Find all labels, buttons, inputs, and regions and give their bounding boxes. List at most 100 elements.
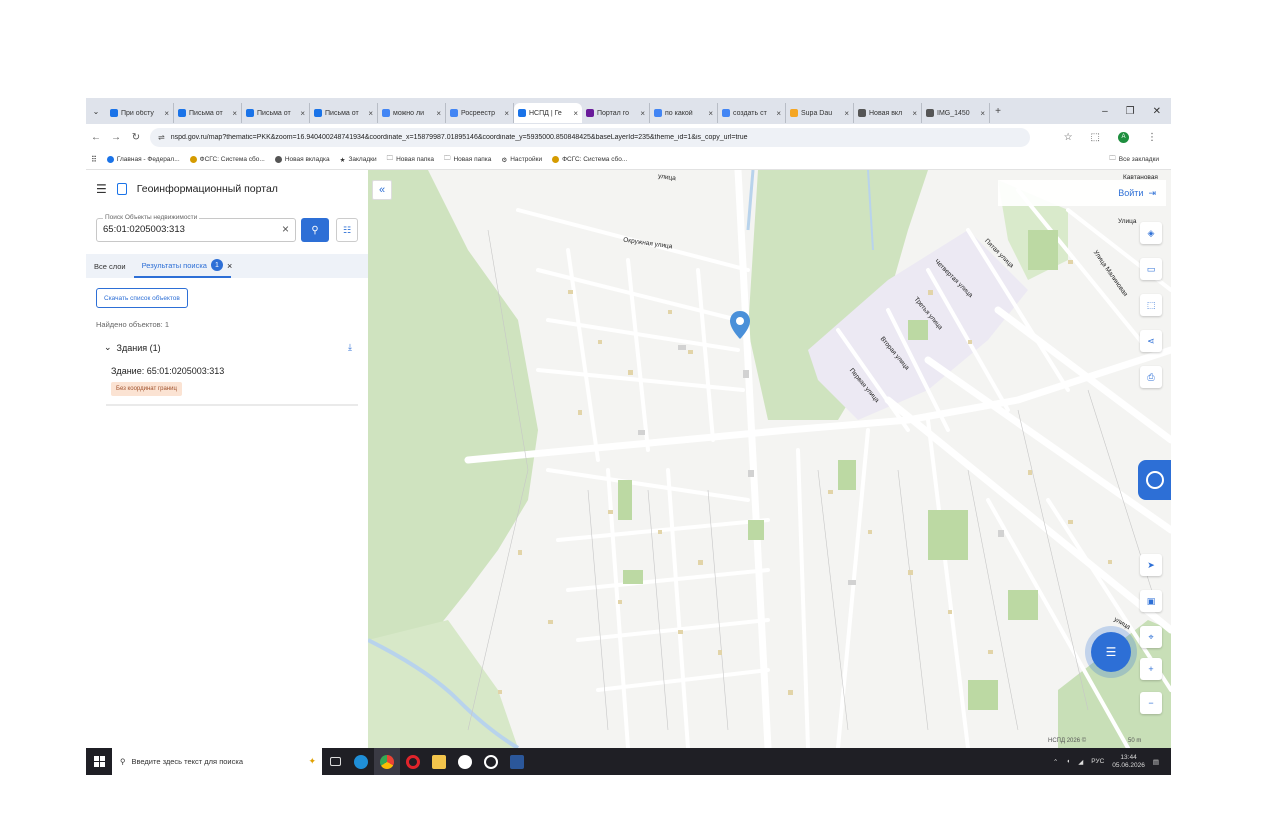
search-field-label: Поиск Объекты недвижимости bbox=[103, 214, 200, 221]
browser-tab[interactable]: Портал го × bbox=[582, 103, 650, 123]
edge-icon[interactable] bbox=[348, 748, 374, 775]
search-input[interactable] bbox=[103, 224, 273, 235]
all-bookmarks[interactable]: 🗀 Все закладки bbox=[1109, 154, 1171, 165]
bookmark-6[interactable]: ⚙ Настройки bbox=[496, 156, 547, 164]
globe-icon bbox=[106, 156, 114, 163]
bookmark-1[interactable]: ФСГС: Система сбо... bbox=[185, 156, 270, 163]
feedback-icon bbox=[1145, 471, 1164, 489]
close-tab-icon[interactable]: × bbox=[164, 109, 169, 118]
volume-icon[interactable]: ◖ bbox=[1066, 758, 1070, 765]
layers-button[interactable]: ◈ bbox=[1140, 222, 1162, 244]
hamburger-menu-icon[interactable]: ☰ bbox=[96, 182, 107, 196]
close-tab-icon[interactable]: × bbox=[368, 109, 373, 118]
back-icon[interactable]: ← bbox=[86, 132, 106, 143]
profile-avatar[interactable]: A bbox=[1118, 131, 1129, 143]
browser-tab[interactable]: Supa Dau × bbox=[786, 103, 854, 123]
bookmark-0[interactable]: Главная - Федерал... bbox=[102, 156, 185, 163]
close-tab-icon[interactable]: × bbox=[573, 109, 578, 118]
browser-tab[interactable]: IMG_1450 × bbox=[922, 103, 990, 123]
close-tab-icon[interactable]: × bbox=[708, 109, 713, 118]
close-tab-icon[interactable]: × bbox=[504, 109, 509, 118]
browser-tab[interactable]: НСПД | Ге × bbox=[514, 103, 582, 123]
site-info-icon[interactable]: ⇌ bbox=[158, 133, 165, 142]
word-icon[interactable] bbox=[504, 748, 530, 775]
minimize-icon[interactable]: – bbox=[1102, 106, 1108, 117]
map-canvas[interactable]: Окружная улица улица Кавтановая Пятая ул… bbox=[368, 170, 1171, 748]
bookmark-3[interactable]: ★ Закладки bbox=[335, 156, 382, 164]
file-explorer-icon[interactable] bbox=[426, 748, 452, 775]
taskbar-search[interactable]: ⚲ Введите здесь текст для поиска ✦ bbox=[112, 748, 322, 775]
feedback-button[interactable] bbox=[1138, 460, 1171, 500]
basemap-button[interactable]: ▣ bbox=[1140, 590, 1162, 612]
bookmark-7[interactable]: ФСГС: Система сбо... bbox=[547, 156, 632, 163]
maximize-icon[interactable]: ❐ bbox=[1126, 106, 1135, 117]
browser-tab[interactable]: создать ст × bbox=[718, 103, 786, 123]
bookmark-2[interactable]: Новая вкладка bbox=[270, 156, 335, 163]
screenshot-frame: ⌄ При обсту × Письма от × Письма от × Письма о… bbox=[86, 98, 1171, 775]
apps-icon[interactable]: ⠿ bbox=[86, 155, 102, 164]
clear-search-icon[interactable]: × bbox=[282, 222, 289, 236]
close-tab-icon[interactable]: × bbox=[776, 109, 781, 118]
bookmark-star-icon[interactable]: ☆ bbox=[1064, 132, 1073, 143]
browser-tab[interactable]: по какой × bbox=[650, 103, 718, 123]
download-icon[interactable]: ⤓ bbox=[348, 342, 352, 353]
browser-tab[interactable]: Новая вкл × bbox=[854, 103, 922, 123]
browser-tab[interactable]: Письма от × bbox=[174, 103, 242, 123]
results-count-badge: 1 bbox=[210, 259, 223, 271]
group-buildings[interactable]: ⌄ Здания (1) ⤓ bbox=[104, 342, 352, 353]
tab-title: Supa Dau bbox=[801, 109, 833, 117]
browser-menu-icon[interactable]: ⋮ bbox=[1147, 132, 1157, 143]
browser-tab[interactable]: можно ли × bbox=[378, 103, 446, 123]
share-button[interactable]: ⋖ bbox=[1140, 330, 1162, 352]
select-area-button[interactable]: ⬚ bbox=[1140, 294, 1162, 316]
close-window-icon[interactable]: ✕ bbox=[1153, 106, 1161, 117]
new-tab-button[interactable]: + bbox=[990, 106, 1006, 117]
network-icon[interactable]: ◢ bbox=[1078, 758, 1083, 766]
bookmark-5[interactable]: 🗀 Новая папка bbox=[439, 154, 496, 165]
close-results-tab-icon[interactable]: × bbox=[227, 261, 232, 271]
browser-tab[interactable]: При обсту × bbox=[106, 103, 174, 123]
extensions-icon[interactable]: ⬚ bbox=[1091, 132, 1100, 143]
reload-icon[interactable]: ↻ bbox=[126, 132, 146, 143]
forward-icon[interactable]: → bbox=[106, 132, 126, 143]
clock[interactable]: 13:44 05.06.2026 bbox=[1112, 754, 1145, 768]
result-item[interactable]: Здание: 65:01:0205003:313 Без координат … bbox=[106, 364, 358, 406]
language-indicator[interactable]: РУС bbox=[1091, 758, 1104, 765]
tab-search-icon[interactable]: ⌄ bbox=[86, 107, 106, 116]
close-tab-icon[interactable]: × bbox=[844, 109, 849, 118]
search-button[interactable]: ⚲ bbox=[301, 218, 329, 242]
mail-icon[interactable] bbox=[478, 748, 504, 775]
browser-tab[interactable]: Росреестр × bbox=[446, 103, 514, 123]
yandex-browser-icon[interactable] bbox=[452, 748, 478, 775]
start-button[interactable] bbox=[86, 756, 112, 767]
browser-tab[interactable]: Письма от × bbox=[310, 103, 378, 123]
close-tab-icon[interactable]: × bbox=[232, 109, 237, 118]
my-location-button[interactable]: ➤ bbox=[1140, 554, 1162, 576]
tab-search-results[interactable]: Результаты поиска 1 bbox=[133, 254, 231, 278]
filter-button[interactable]: ☷ bbox=[336, 218, 358, 242]
url-field[interactable]: ⇌ nspd.gov.ru/map?thematic=PKK&zoom=16.9… bbox=[150, 127, 1030, 147]
close-tab-icon[interactable]: × bbox=[980, 109, 985, 118]
collapse-panel-button[interactable]: « bbox=[372, 180, 392, 200]
opera-icon[interactable] bbox=[400, 748, 426, 775]
download-list-button[interactable]: Скачать список объектов bbox=[96, 288, 188, 308]
close-tab-icon[interactable]: × bbox=[640, 109, 645, 118]
zoom-in-button[interactable]: + bbox=[1140, 658, 1162, 680]
bookmark-4[interactable]: 🗀 Новая папка bbox=[382, 154, 439, 165]
browser-tab[interactable]: Письма от × bbox=[242, 103, 310, 123]
measure-button[interactable]: ▭ bbox=[1140, 258, 1162, 280]
close-tab-icon[interactable]: × bbox=[912, 109, 917, 118]
close-tab-icon[interactable]: × bbox=[300, 109, 305, 118]
zoom-out-button[interactable]: − bbox=[1140, 692, 1162, 714]
tray-chevron-icon[interactable]: ⌃ bbox=[1053, 758, 1058, 766]
print-button[interactable]: ⎙ bbox=[1140, 366, 1162, 388]
chrome-icon[interactable] bbox=[374, 748, 400, 775]
close-tab-icon[interactable]: × bbox=[436, 109, 441, 118]
login-button[interactable]: Войти ⇥ bbox=[998, 180, 1166, 206]
notifications-icon[interactable]: ▤ bbox=[1153, 758, 1159, 766]
legend-fab[interactable]: ☰ bbox=[1091, 632, 1131, 672]
task-view-icon[interactable] bbox=[322, 748, 348, 775]
geo-search-button[interactable]: ⌖ bbox=[1140, 626, 1162, 648]
navigation-arrow-icon: ➤ bbox=[1147, 559, 1155, 570]
tab-all-layers[interactable]: Все слои bbox=[86, 254, 134, 278]
